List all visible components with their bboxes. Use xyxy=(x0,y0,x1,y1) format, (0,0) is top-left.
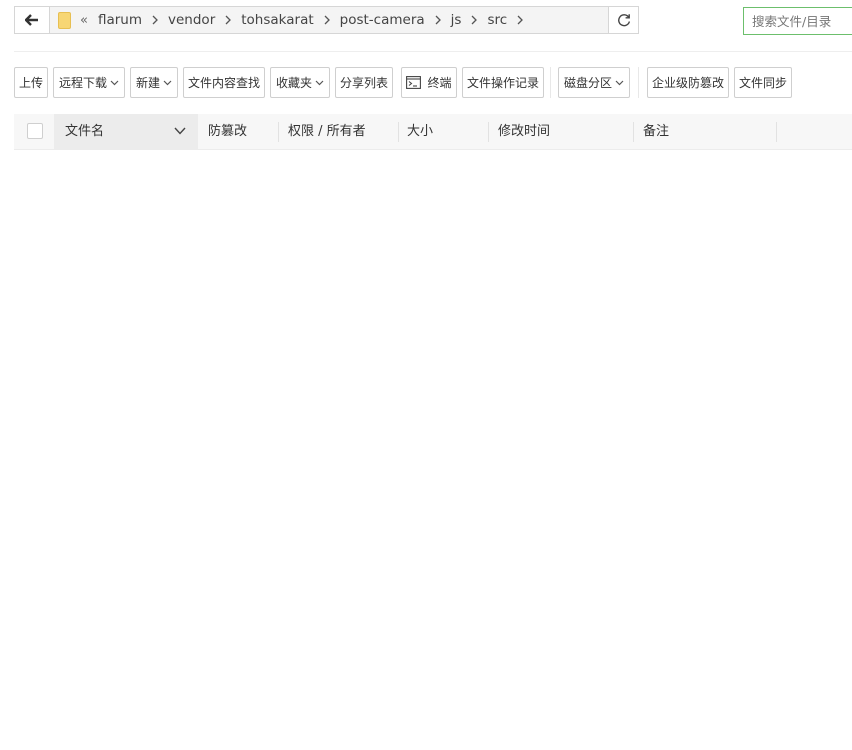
chevron-right-icon xyxy=(225,15,232,25)
toolbar-separator xyxy=(550,67,551,98)
column-separator xyxy=(488,122,489,142)
share-list-label: 分享列表 xyxy=(339,76,388,90)
new-button[interactable]: 新建 xyxy=(130,67,178,98)
column-name-label: 文件名 xyxy=(65,124,105,139)
chevron-right-icon xyxy=(324,15,330,25)
breadcrumb-item[interactable]: tohsakarat xyxy=(241,12,313,28)
favorites-label: 收藏夹 xyxy=(275,76,312,90)
upload-button[interactable]: 上传 xyxy=(14,67,48,98)
content-search-label: 文件内容查找 xyxy=(187,76,260,90)
disk-partition-button[interactable]: 磁盘分区 xyxy=(558,67,630,98)
new-label: 新建 xyxy=(135,76,160,90)
back-button[interactable] xyxy=(14,6,50,34)
column-remark-label: 备注 xyxy=(643,124,670,139)
enterprise-tamper-label: 企业级防篡改 xyxy=(651,76,724,90)
breadcrumb: « flarum vendor tohsakarat post-camera j… xyxy=(50,6,608,34)
arrow-left-icon xyxy=(25,14,38,26)
content-search-button[interactable]: 文件内容查找 xyxy=(183,67,265,98)
refresh-button[interactable] xyxy=(608,6,639,34)
column-header-permission[interactable]: 权限 / 所有者 xyxy=(288,114,366,149)
file-table-header: 文件名 防篡改 权限 / 所有者 大小 修改时间 备注 xyxy=(14,114,852,150)
chevron-down-icon xyxy=(615,80,624,86)
column-permission-label: 权限 / 所有者 xyxy=(288,124,366,139)
column-header-modified[interactable]: 修改时间 xyxy=(498,114,550,149)
chevron-right-icon xyxy=(435,15,441,25)
search-input[interactable] xyxy=(743,7,852,35)
favorites-button[interactable]: 收藏夹 xyxy=(270,67,330,98)
column-separator xyxy=(776,122,777,142)
column-separator xyxy=(398,122,399,142)
share-list-button[interactable]: 分享列表 xyxy=(335,67,393,98)
column-modified-label: 修改时间 xyxy=(498,124,551,139)
chevron-down-icon xyxy=(110,80,119,86)
select-all-checkbox[interactable] xyxy=(27,123,43,139)
breadcrumb-item[interactable]: vendor xyxy=(168,12,215,28)
remote-download-label: 远程下载 xyxy=(58,76,107,90)
chevron-right-icon xyxy=(471,15,478,25)
operation-log-label: 文件操作记录 xyxy=(466,76,539,90)
column-header-remark[interactable]: 备注 xyxy=(643,114,669,149)
disk-partition-label: 磁盘分区 xyxy=(563,76,612,90)
toolbar-separator xyxy=(638,67,639,98)
terminal-icon xyxy=(406,76,422,89)
file-sync-label: 文件同步 xyxy=(738,76,787,90)
breadcrumb-item[interactable]: post-camera xyxy=(340,12,425,28)
chevron-right-icon xyxy=(152,15,158,25)
file-sync-button[interactable]: 文件同步 xyxy=(734,67,792,98)
divider xyxy=(14,51,852,52)
enterprise-tamper-button[interactable]: 企业级防篡改 xyxy=(647,67,729,98)
breadcrumb-item[interactable]: src xyxy=(487,12,507,28)
sort-down-icon[interactable] xyxy=(174,127,186,135)
operation-log-button[interactable]: 文件操作记录 xyxy=(462,67,544,98)
refresh-icon xyxy=(617,14,630,27)
remote-download-button[interactable]: 远程下载 xyxy=(53,67,125,98)
column-tamper-label: 防篡改 xyxy=(208,124,248,139)
chevron-right-icon[interactable] xyxy=(517,15,524,25)
column-header-tamper[interactable]: 防篡改 xyxy=(208,114,247,149)
column-header-name[interactable]: 文件名 xyxy=(54,114,198,149)
chevron-down-icon xyxy=(315,80,324,86)
column-size-label: 大小 xyxy=(407,124,434,139)
chevron-down-icon xyxy=(163,80,172,86)
terminal-button[interactable]: 终端 xyxy=(401,67,457,98)
breadcrumb-overflow[interactable]: « xyxy=(80,13,88,28)
column-separator xyxy=(278,122,279,142)
column-separator xyxy=(633,122,634,142)
file-manager: « flarum vendor tohsakarat post-camera j… xyxy=(0,0,852,750)
breadcrumb-item[interactable]: js xyxy=(451,12,462,28)
upload-label: 上传 xyxy=(18,76,43,90)
terminal-label: 终端 xyxy=(427,76,452,90)
breadcrumb-item[interactable]: flarum xyxy=(98,12,142,28)
folder-icon xyxy=(58,11,71,29)
column-header-size[interactable]: 大小 xyxy=(407,114,433,149)
